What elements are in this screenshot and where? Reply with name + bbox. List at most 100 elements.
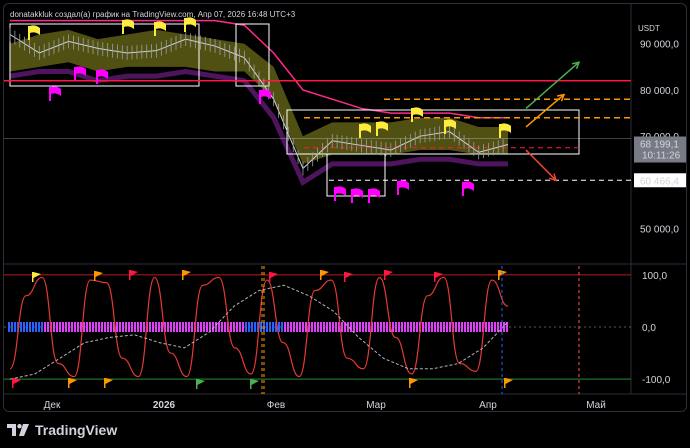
sell-flag-4 xyxy=(336,186,346,196)
oscillator-tick-label: 0,0 xyxy=(642,323,656,334)
histogram-bar xyxy=(314,322,316,332)
histogram-bar xyxy=(152,322,154,332)
histogram-bar xyxy=(38,322,40,332)
price-tick-label: 80 000,0 xyxy=(640,86,679,97)
histogram-bar xyxy=(77,322,79,332)
histogram-bar xyxy=(161,322,163,332)
osc-flag-pole xyxy=(384,270,386,280)
histogram-bar xyxy=(422,322,424,332)
sell-flag-5 xyxy=(353,188,363,198)
sell-flag-2-pole xyxy=(96,70,98,84)
histogram-bar xyxy=(317,322,319,332)
histogram-bar xyxy=(440,322,442,332)
histogram-bar xyxy=(239,322,241,332)
histogram-bar xyxy=(143,322,145,332)
histogram-bar xyxy=(167,322,169,332)
histogram-bar xyxy=(176,322,178,332)
histogram-bar xyxy=(155,322,157,332)
osc-flag-pole xyxy=(68,378,70,388)
sell-flag-8-pole xyxy=(462,182,464,196)
histogram-bar xyxy=(86,322,88,332)
osc-flag-pole xyxy=(94,271,96,281)
buy-flag-2-pole xyxy=(154,22,156,36)
histogram-bar xyxy=(134,322,136,332)
histogram-bar xyxy=(437,322,439,332)
histogram-bar xyxy=(221,322,223,332)
histogram-bar xyxy=(173,322,175,332)
histogram-bar xyxy=(110,322,112,332)
histogram-bar xyxy=(311,322,313,332)
osc-flag-pole xyxy=(498,270,500,280)
histogram-bar xyxy=(248,322,250,332)
histogram-bar xyxy=(470,322,472,332)
histogram-bar xyxy=(29,322,31,332)
histogram-bar xyxy=(8,322,10,332)
histogram-bar xyxy=(218,322,220,332)
osc-flag-pole xyxy=(504,378,506,388)
histogram-bar xyxy=(359,322,361,332)
histogram-bar xyxy=(215,322,217,332)
histogram-bar xyxy=(191,322,193,332)
histogram-bar xyxy=(431,322,433,332)
histogram-bar xyxy=(245,322,247,332)
time-tick-label: Апр xyxy=(479,400,497,411)
histogram-bar xyxy=(230,322,232,332)
oscillator-tick-label: 100,0 xyxy=(642,271,667,282)
histogram-bar xyxy=(473,322,475,332)
osc-flag-pole xyxy=(250,379,252,389)
sell-flag-4-pole xyxy=(334,187,336,201)
histogram-bar xyxy=(137,322,139,332)
histogram-bar xyxy=(446,322,448,332)
histogram-bar xyxy=(341,322,343,332)
histogram-bar xyxy=(23,322,25,332)
tradingview-logo[interactable]: TradingView xyxy=(7,422,117,438)
countdown-label: 10:11:26 xyxy=(642,151,681,162)
histogram-bar xyxy=(404,322,406,332)
histogram-bar xyxy=(122,322,124,332)
histogram-bar xyxy=(392,322,394,332)
time-tick-label: Мар xyxy=(366,400,386,411)
histogram-bar xyxy=(272,322,274,332)
sell-flag-3-pole xyxy=(259,90,261,104)
histogram-bar xyxy=(47,322,49,332)
time-tick-label: Дек xyxy=(44,400,61,411)
osc-flag-pole xyxy=(409,378,411,388)
osc-flag-pole xyxy=(182,270,184,280)
histogram-bar xyxy=(104,322,106,332)
histogram-bar xyxy=(377,322,379,332)
buy-flag-1-pole xyxy=(122,20,124,34)
histogram-bar xyxy=(335,322,337,332)
histogram-bar xyxy=(59,322,61,332)
histogram-bar xyxy=(479,322,481,332)
chart-canvas[interactable]: USDT90 000,080 000,070 000,050 000,068 1… xyxy=(4,4,687,412)
sell-flag-0-pole xyxy=(49,87,51,101)
histogram-bar xyxy=(197,322,199,332)
price-tick-label: 90 000,0 xyxy=(640,40,679,51)
histogram-bar xyxy=(461,322,463,332)
histogram-bar xyxy=(323,322,325,332)
currency-label: USDT xyxy=(638,24,660,33)
histogram-bar xyxy=(53,322,55,332)
histogram-bar xyxy=(494,322,496,332)
time-tick-label: 2026 xyxy=(153,400,176,411)
buy-flag-2 xyxy=(156,21,166,31)
histogram-bar xyxy=(434,322,436,332)
osc-flag-pole xyxy=(434,272,436,282)
histogram-bar xyxy=(68,322,70,332)
histogram-bar xyxy=(398,322,400,332)
histogram-bar xyxy=(74,322,76,332)
histogram-bar xyxy=(32,322,34,332)
histogram-bar xyxy=(236,322,238,332)
histogram-bar xyxy=(266,322,268,332)
projection-down-arrow xyxy=(525,149,557,181)
footer: TradingView xyxy=(0,412,690,448)
histogram-bar xyxy=(464,322,466,332)
buy-flag-7-pole xyxy=(444,120,446,134)
histogram-bar xyxy=(401,322,403,332)
histogram-bar xyxy=(185,322,187,332)
histogram-bar xyxy=(290,322,292,332)
histogram-bar xyxy=(224,322,226,332)
histogram-bar xyxy=(26,322,28,332)
oscillator-tick-label: -100,0 xyxy=(642,375,671,386)
histogram-bar xyxy=(356,322,358,332)
